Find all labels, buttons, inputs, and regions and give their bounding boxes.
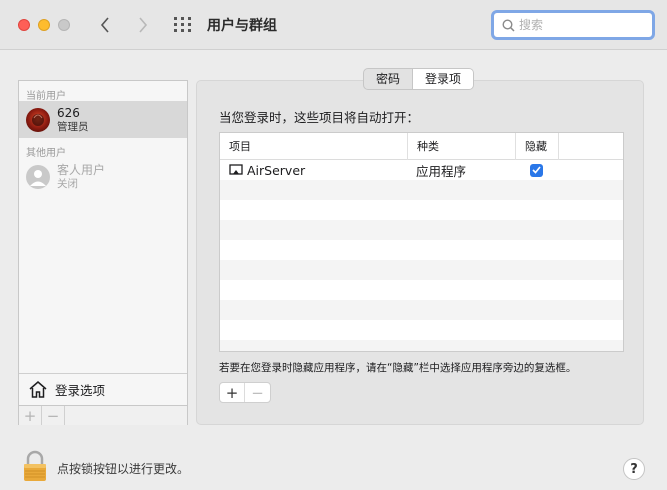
remove-login-item-button[interactable]: − <box>245 383 270 402</box>
window-title: 用户与群组 <box>207 18 277 34</box>
search-icon <box>502 18 515 32</box>
tab-bar: 密码 登录项 <box>363 68 475 90</box>
login-item-buttons: + − <box>219 382 271 403</box>
other-users-label: 其他用户 <box>26 148 66 159</box>
empty-row <box>220 240 623 260</box>
chevron-left-icon <box>100 17 109 33</box>
empty-row <box>220 260 623 280</box>
user-row-626[interactable]: 626 管理员 <box>19 101 187 138</box>
empty-row <box>220 280 623 300</box>
chevron-right-icon <box>139 17 148 33</box>
empty-row <box>220 200 623 220</box>
checkmark-icon <box>532 166 541 174</box>
empty-row <box>220 340 623 351</box>
help-button[interactable]: ? <box>623 458 645 480</box>
guest-user-status: 关闭 <box>57 177 78 190</box>
show-all-preferences-button[interactable] <box>173 16 193 34</box>
empty-row <box>220 300 623 320</box>
login-items-table: 项目 种类 隐藏 AirServer 应用程序 <box>219 132 624 352</box>
item-name: AirServer <box>247 162 306 178</box>
forward-button[interactable] <box>132 14 154 36</box>
airserver-app-icon <box>229 164 243 175</box>
lock-button[interactable] <box>22 450 48 485</box>
minimize-window-button[interactable] <box>38 19 50 31</box>
user-avatar-icon <box>32 113 44 126</box>
empty-row <box>220 180 623 200</box>
users-groups-window: 用户与群组 当前用户 626 管理员 其他用户 <box>0 0 667 490</box>
tab-login-items[interactable]: 登录项 <box>412 69 474 89</box>
tab-password[interactable]: 密码 <box>364 69 412 89</box>
user-role: 管理员 <box>57 120 89 133</box>
table-row[interactable]: AirServer 应用程序 <box>220 160 623 180</box>
search-field[interactable] <box>491 10 655 40</box>
column-header-empty <box>558 133 623 160</box>
login-options-label: 登录选项 <box>55 383 106 398</box>
user-name: 626 <box>57 105 80 120</box>
hide-checkbox[interactable] <box>530 163 543 177</box>
zoom-window-button[interactable] <box>58 19 70 31</box>
add-login-item-button[interactable]: + <box>220 383 245 402</box>
close-window-button[interactable] <box>18 19 30 31</box>
login-items-description: 当您登录时，这些项目将自动打开： <box>219 110 420 125</box>
column-header-kind[interactable]: 种类 <box>407 133 515 160</box>
column-header-item[interactable]: 项目 <box>220 133 407 160</box>
guest-avatar <box>26 164 50 189</box>
user-row-guest[interactable]: 客人用户 关闭 <box>19 158 187 195</box>
login-options-item[interactable]: 登录选项 <box>19 373 187 405</box>
empty-row <box>220 320 623 340</box>
house-icon <box>29 381 47 398</box>
search-input[interactable] <box>519 18 639 32</box>
column-header-hide[interactable]: 隐藏 <box>515 133 558 160</box>
hide-hint-text: 若要在您登录时隐藏应用程序，请在“隐藏”栏中选择应用程序旁边的复选框。 <box>219 362 577 374</box>
lock-instruction-text: 点按锁按钮以进行更改。 <box>57 462 190 476</box>
item-kind: 应用程序 <box>416 163 467 179</box>
person-silhouette-icon <box>30 169 46 186</box>
current-users-label: 当前用户 <box>26 91 66 102</box>
user-list: 当前用户 626 管理员 其他用户 客人用户 关闭 登录选项 + − <box>18 80 188 425</box>
lock-icon <box>24 450 46 481</box>
table-header: 项目 种类 隐藏 <box>220 133 623 160</box>
table-body: AirServer 应用程序 <box>220 160 623 351</box>
avatar <box>26 107 50 132</box>
guest-user-name: 客人用户 <box>57 162 106 177</box>
remove-user-button[interactable]: − <box>42 406 65 425</box>
title-bar: 用户与群组 <box>0 0 667 50</box>
empty-row <box>220 220 623 240</box>
user-list-buttons: + − <box>19 405 187 425</box>
add-user-button[interactable]: + <box>19 406 42 425</box>
grid-icon <box>174 17 191 32</box>
back-button[interactable] <box>94 14 116 36</box>
